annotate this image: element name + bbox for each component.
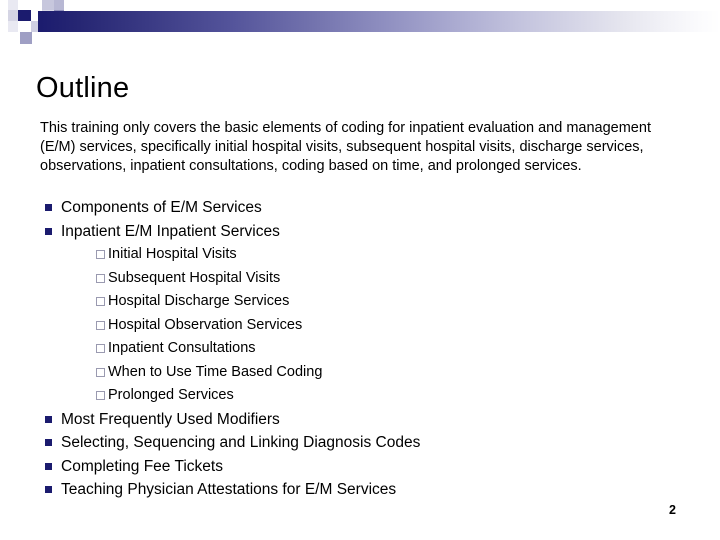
bullet-item: Components of E/M Services [0, 196, 720, 220]
bullet-item: Subsequent Hospital Visits [0, 267, 720, 291]
square-bullet-icon [45, 462, 52, 470]
square-bullet-icon [45, 486, 52, 493]
bullet-item-label: Selecting, Sequencing and Linking Diagno… [61, 434, 421, 451]
bullet-item-label: Hospital Discharge Services [108, 293, 290, 309]
bullet-item: Selecting, Sequencing and Linking Diagno… [0, 431, 720, 455]
hollow-square-bullet-icon [96, 297, 105, 306]
square-bullet-icon [45, 204, 52, 211]
bullet-item-label: Most Frequently Used Modifiers [61, 410, 280, 428]
slide: Outline This training only covers the ba… [0, 0, 720, 540]
bullet-item-label: Components of E/M Services [61, 199, 262, 216]
header-gradient-bar [38, 11, 720, 32]
page-title: Outline [36, 72, 130, 105]
mosaic-square [8, 0, 18, 10]
bullet-item-label: Teaching Physician Attestations for E/M … [61, 481, 397, 498]
mosaic-square [42, 0, 54, 10]
bullet-item: Teaching Physician Attestations for E/M … [0, 478, 720, 502]
bullet-item: Most Frequently Used Modifiers [0, 408, 720, 432]
mosaic-square [31, 0, 42, 10]
mosaic-square [18, 10, 31, 21]
bullet-item: Hospital Observation Services [0, 314, 720, 338]
mosaic-square [20, 32, 32, 44]
hollow-square-bullet-icon [96, 250, 105, 259]
mosaic-square [8, 21, 18, 32]
bullet-item-label: Hospital Observation Services [108, 316, 303, 333]
hollow-square-bullet-icon [96, 344, 105, 353]
bullet-item-label: Initial Hospital Visits [108, 246, 237, 262]
hollow-square-bullet-icon [96, 273, 105, 283]
slide-header-decoration [0, 0, 720, 46]
hollow-square-bullet-icon [96, 320, 105, 330]
square-bullet-icon [45, 439, 52, 446]
bullet-item-label: Inpatient E/M Inpatient Services [61, 222, 280, 240]
mosaic-square [54, 0, 64, 10]
outline-bullet-list: Components of E/M Services Inpatient E/M … [0, 196, 720, 502]
bullet-item: Inpatient Consultations [0, 337, 720, 361]
intro-paragraph: This training only covers the basic elem… [40, 119, 651, 174]
bullet-item: When to Use Time Based Coding [0, 361, 720, 385]
mosaic-square [8, 10, 18, 21]
square-bullet-icon [45, 227, 52, 235]
bullet-item-label: Inpatient Consultations [108, 340, 256, 356]
hollow-square-bullet-icon [96, 367, 105, 377]
bullet-item: Initial Hospital Visits [0, 243, 720, 267]
hollow-square-bullet-icon [96, 391, 105, 400]
square-bullet-icon [45, 415, 52, 423]
page-number: 2 [669, 503, 676, 517]
bullet-item: Hospital Discharge Services [0, 290, 720, 314]
bullet-item: Prolonged Services [0, 384, 720, 408]
bullet-item-label: Prolonged Services [108, 387, 234, 403]
bullet-item-label: Subsequent Hospital Visits [108, 269, 281, 286]
bullet-item: Inpatient E/M Inpatient Services [0, 220, 720, 244]
bullet-item-label: Completing Fee Tickets [61, 457, 223, 475]
bullet-item-label: When to Use Time Based Coding [108, 363, 323, 380]
bullet-item: Completing Fee Tickets [0, 455, 720, 479]
